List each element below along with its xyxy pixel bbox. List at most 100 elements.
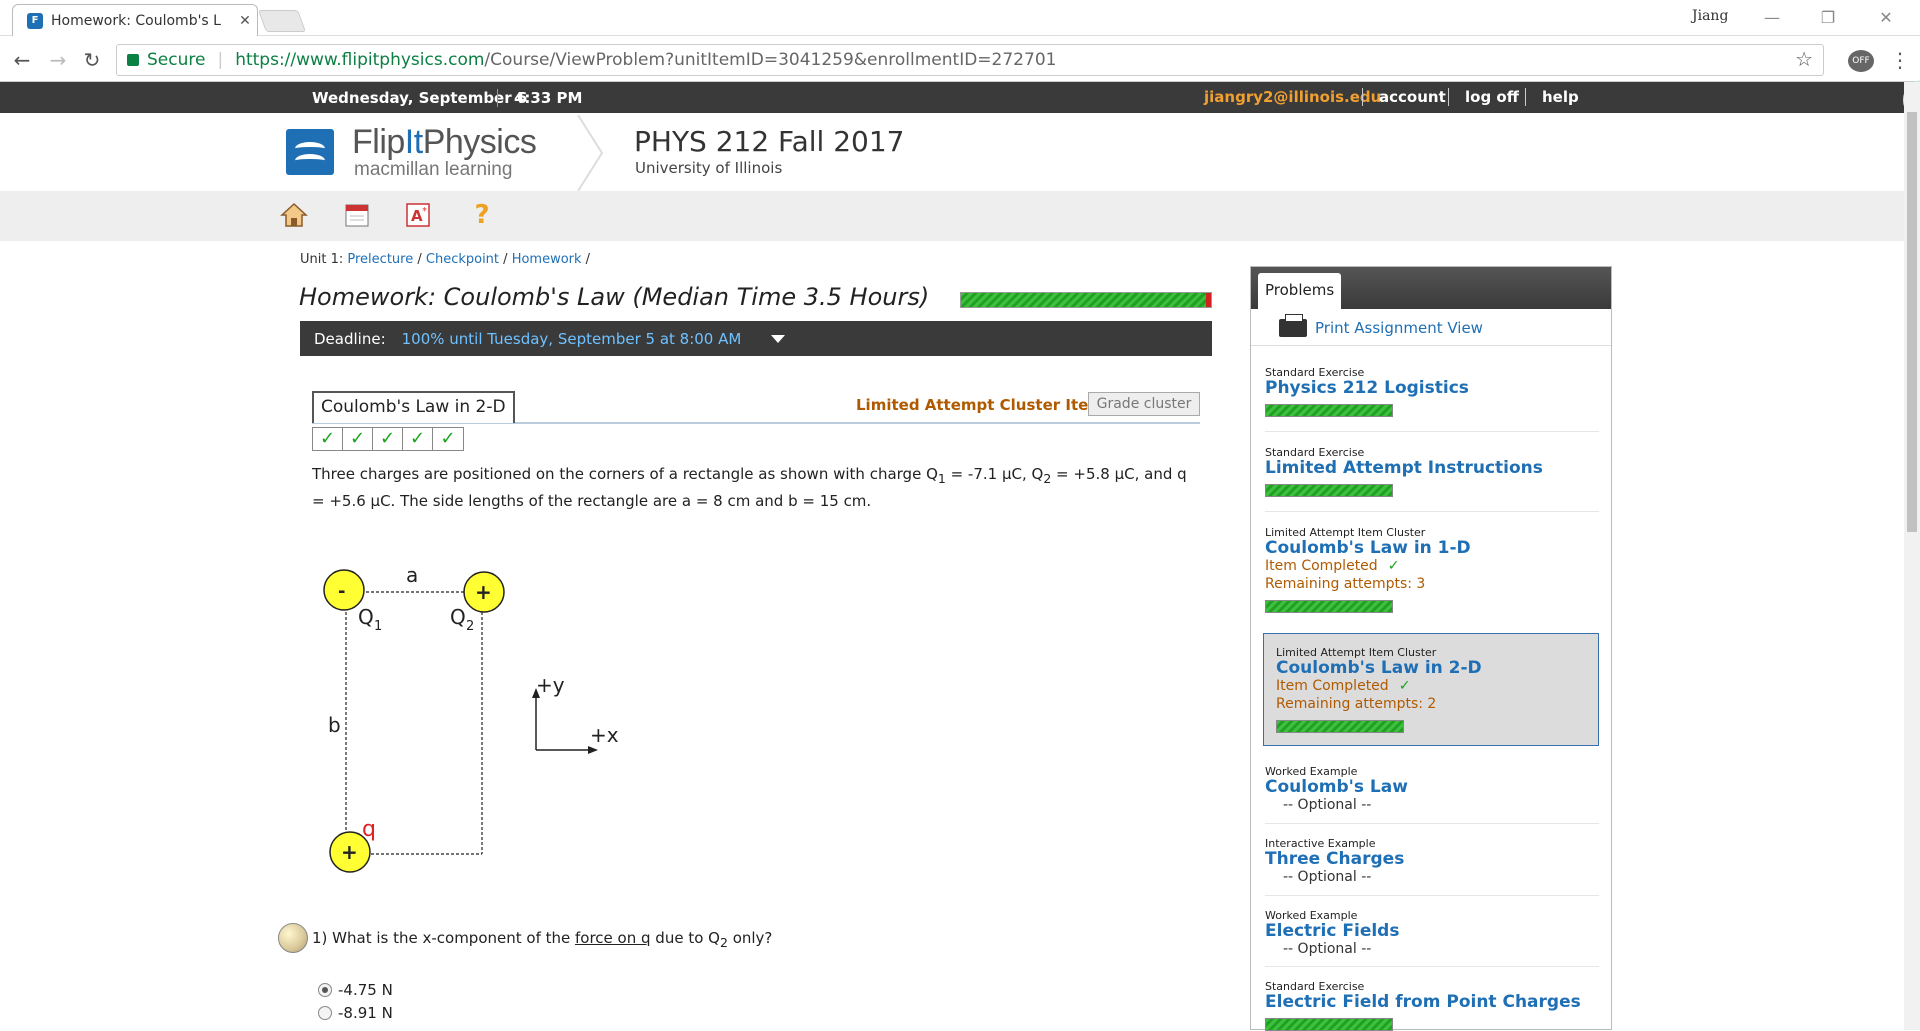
sidebar-item-limited-attempt-instructions[interactable]: Standard Exercise Limited Attempt Instru… (1265, 446, 1599, 497)
back-icon[interactable]: ← (10, 48, 34, 72)
label-Q1: Q (358, 605, 374, 629)
check-icon: ✓ (1398, 678, 1411, 694)
grade-cluster-button[interactable]: Grade cluster (1088, 392, 1200, 416)
breadcrumb-checkpoint[interactable]: Checkpoint (426, 252, 499, 267)
restore-icon[interactable]: ❐ (1808, 4, 1848, 32)
tab-title: Homework: Coulomb's L (51, 12, 221, 29)
sidebar-item-electric-field-point-charges[interactable]: Standard Exercise Electric Field from Po… (1265, 980, 1599, 1031)
breadcrumb-homework[interactable]: Homework (512, 252, 582, 267)
item-name[interactable]: Electric Field from Point Charges (1265, 993, 1599, 1011)
sidebar-item-worked-coulombs-law[interactable]: Worked Example Coulomb's Law -- Optional… (1265, 765, 1599, 814)
check-icon[interactable]: ✓ (373, 428, 403, 450)
item-name[interactable]: Electric Fields (1265, 922, 1599, 940)
logoff-link[interactable]: log off (1448, 88, 1519, 106)
item-name[interactable]: Coulomb's Law (1265, 778, 1599, 796)
brand-part-2: It (404, 123, 423, 161)
problem-text-2: = -7.1 μC, Q (945, 465, 1044, 483)
print-assignment-link[interactable]: Print Assignment View (1279, 314, 1483, 337)
check-icon[interactable]: ✓ (433, 428, 463, 450)
deadline-bar[interactable]: Deadline: 100% until Tuesday, September … (300, 321, 1212, 356)
item-status-label: Item Completed (1265, 558, 1378, 574)
label-plus-x: +x (590, 723, 619, 747)
item-name[interactable]: Coulomb's Law in 1-D (1265, 539, 1599, 557)
extension-icon[interactable]: OFF (1848, 50, 1874, 72)
item-status: Item Completed ✓ (1276, 677, 1586, 695)
label-a: a (406, 563, 418, 587)
item-name[interactable]: Physics 212 Logistics (1265, 379, 1599, 397)
profile-name[interactable]: Jiang (1692, 8, 1728, 24)
bookmark-star-icon[interactable]: ☆ (1795, 47, 1813, 71)
sidebar-item-three-charges[interactable]: Interactive Example Three Charges -- Opt… (1265, 837, 1599, 886)
divider (1265, 966, 1599, 967)
site-header: FlipItPhysics macmillan learning PHYS 21… (0, 113, 1904, 191)
item-optional-label: -- Optional -- (1283, 869, 1372, 885)
url-path: /Course/ViewProblem?unitItemID=3041259&e… (484, 50, 1057, 70)
cluster-tab[interactable]: Coulomb's Law in 2-D (312, 391, 515, 423)
problem-text-1: Three charges are positioned on the corn… (312, 465, 938, 483)
close-window-icon[interactable]: ✕ (1866, 4, 1906, 32)
close-tab-icon[interactable]: ✕ (233, 13, 257, 29)
reload-icon[interactable]: ↻ (80, 48, 104, 72)
grades-icon[interactable]: A * (405, 201, 433, 229)
sidebar-header: Problems (1251, 267, 1611, 309)
stopwatch-icon (278, 923, 308, 953)
question-sub: 2 (719, 935, 728, 950)
account-link[interactable]: account (1362, 88, 1446, 106)
check-icon[interactable]: ✓ (343, 428, 373, 450)
item-name[interactable]: Limited Attempt Instructions (1265, 459, 1599, 477)
chevron-down-icon[interactable] (771, 334, 786, 343)
user-email-link[interactable]: jiangry2@illinois.edu (1204, 88, 1381, 106)
svg-text:*: * (422, 206, 427, 217)
check-icon[interactable]: ✓ (313, 428, 343, 450)
sidebar-item-electric-fields[interactable]: Worked Example Electric Fields -- Option… (1265, 909, 1599, 958)
browser-menu-icon[interactable]: ⋮ (1890, 48, 1910, 72)
remaining-attempts: Remaining attempts: 3 (1265, 576, 1426, 592)
home-icon[interactable] (280, 201, 308, 229)
brand-part-3: Physics (422, 123, 537, 161)
printer-icon (1279, 314, 1307, 337)
course-title: PHYS 212 Fall 2017 (634, 125, 905, 158)
charge-q-sign: + (341, 840, 358, 864)
favicon-icon: F (27, 12, 43, 29)
sidebar-item-coulombs-law-1d[interactable]: Limited Attempt Item Cluster Coulomb's L… (1265, 526, 1599, 613)
url-host: https://www.flipitphysics.com (235, 50, 485, 70)
answer-option[interactable]: -4.75 N (318, 981, 393, 999)
page-scrollbar[interactable] (1904, 82, 1920, 1030)
flipit-logo-icon[interactable] (286, 129, 334, 175)
site-topbar: Wednesday, September 6 4:33 PM jiangry2@… (0, 82, 1904, 113)
sidebar-item-logistics[interactable]: Standard Exercise Physics 212 Logistics (1265, 366, 1599, 417)
divider (1265, 511, 1599, 512)
answer-option[interactable]: -8.91 N (318, 1004, 393, 1022)
minimize-icon[interactable]: — (1752, 4, 1792, 32)
new-tab-button[interactable] (257, 10, 307, 32)
question-text-3: only? (727, 929, 773, 947)
url-field[interactable]: Secure | https://www.flipitphysics.com /… (116, 44, 1824, 76)
brand-part-1: Flip (352, 123, 405, 161)
calendar-icon[interactable] (343, 201, 371, 229)
force-on-q-link[interactable]: force on q (575, 929, 651, 947)
scrollbar-thumb[interactable] (1907, 112, 1917, 532)
radio-button[interactable] (318, 1006, 332, 1020)
sidebar-item-coulombs-law-2d[interactable]: Limited Attempt Item Cluster Coulomb's L… (1263, 633, 1599, 746)
item-progress-bar (1276, 720, 1404, 733)
check-icon[interactable]: ✓ (403, 428, 433, 450)
item-progress-bar (1265, 600, 1393, 613)
item-name[interactable]: Coulomb's Law in 2-D (1276, 659, 1586, 677)
forward-icon[interactable]: → (46, 48, 70, 72)
divider (1265, 823, 1599, 824)
item-optional-label: -- Optional -- (1283, 941, 1372, 957)
question-1-text: 1) What is the x-component of the force … (312, 929, 772, 950)
x-axis-arrow (588, 746, 598, 754)
icon-toolbar: A * ? (0, 191, 1904, 241)
brand-name[interactable]: FlipItPhysics (352, 123, 537, 162)
breadcrumb-prelecture[interactable]: Prelecture (347, 252, 413, 267)
tab-problems[interactable]: Problems (1258, 273, 1342, 309)
university-name: University of Illinois (635, 159, 783, 177)
sidebar-list: Standard Exercise Physics 212 Logistics … (1251, 345, 1611, 1031)
label-Q2-sub: 2 (466, 619, 474, 634)
browser-tab[interactable]: F Homework: Coulomb's L ✕ (12, 4, 258, 36)
radio-button[interactable] (318, 983, 332, 997)
help-icon[interactable]: ? (468, 200, 496, 230)
help-link[interactable]: help (1525, 88, 1579, 106)
item-name[interactable]: Three Charges (1265, 850, 1599, 868)
